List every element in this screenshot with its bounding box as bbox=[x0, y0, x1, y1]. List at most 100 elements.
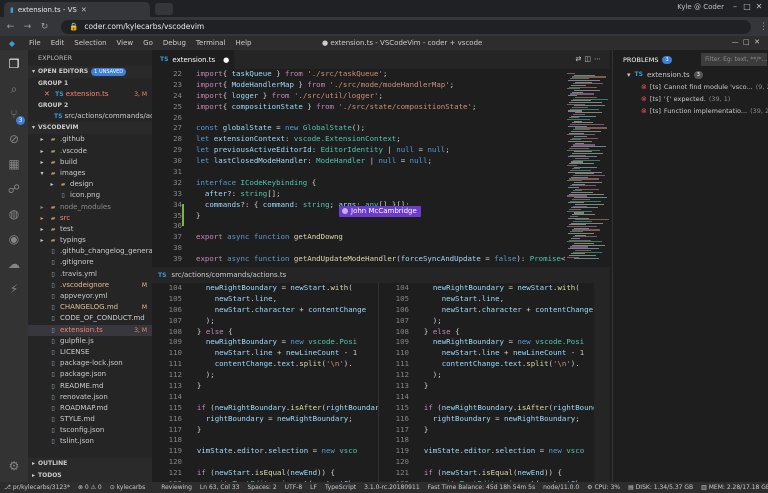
tree-item[interactable]: ▯ README.md bbox=[28, 381, 152, 392]
minimap[interactable] bbox=[565, 69, 610, 265]
menu-go[interactable]: Go bbox=[138, 39, 158, 47]
browser-profile[interactable]: Kyle @ Coder bbox=[677, 3, 724, 11]
github-icon[interactable]: ◉ bbox=[6, 231, 22, 247]
window-controls[interactable]: — □ ✕ bbox=[732, 38, 760, 46]
menu-edit[interactable]: Edit bbox=[46, 39, 70, 47]
open-editors-header[interactable]: ▾ OPEN EDITORS 1 UNSAVED bbox=[28, 66, 152, 78]
new-tab-button[interactable] bbox=[155, 3, 173, 15]
tree-item[interactable]: ▸ ▰ build bbox=[28, 157, 152, 168]
gear-icon[interactable]: ⚙ bbox=[6, 458, 22, 474]
tree-item[interactable]: ▯ ROADMAP.md bbox=[28, 403, 152, 414]
tree-item[interactable]: ▯ extension.ts 3, M bbox=[28, 324, 152, 336]
tree-item[interactable]: ▯ CHANGELOG.md M bbox=[28, 302, 152, 313]
todos-header[interactable]: ▸ TODOS bbox=[28, 470, 152, 482]
code-editor-split-left[interactable]: 104 105 106 107 108 109 110 111 112 113 114 115 116 1… bbox=[152, 283, 378, 482]
outline-header[interactable]: ▸ OUTLINE bbox=[28, 458, 152, 470]
address-bar[interactable]: 🔒 coder.com/kylecarbs/vscodevim bbox=[61, 19, 751, 34]
back-icon[interactable]: ← bbox=[6, 22, 15, 32]
menu-view[interactable]: View bbox=[112, 39, 139, 47]
tree-item[interactable]: ▾ ▰ images bbox=[28, 168, 152, 179]
browser-tab[interactable]: ▮ extension.ts - VS ✕ bbox=[4, 2, 150, 17]
status-right-item[interactable]: Spaces: 2 bbox=[243, 484, 280, 491]
tree-item[interactable]: ▸ ▰ .github bbox=[28, 134, 152, 145]
tree-item[interactable]: ▯ STYLE.md bbox=[28, 414, 152, 425]
status-right-item[interactable]: ⚙ CPU: 3% bbox=[583, 484, 624, 491]
cloud-icon[interactable]: ☁ bbox=[6, 256, 22, 272]
status-right-item[interactable]: ▥ MEM: 2.28/17.18 GB bbox=[697, 484, 768, 491]
tree-item[interactable]: ▯ tsconfig.json bbox=[28, 425, 152, 436]
tree-item[interactable]: ▸ ▰ src bbox=[28, 213, 152, 224]
status-right-item[interactable]: ▤ DISK: 1.34/5.37 GB bbox=[624, 484, 697, 491]
tree-item[interactable]: ▯ LICENSE bbox=[28, 347, 152, 358]
window-close-icon[interactable]: ✕ bbox=[754, 2, 764, 12]
explorer-icon[interactable]: ❐ bbox=[6, 56, 22, 72]
status-left-item[interactable]: ⊗ 0 ⚠ 0 bbox=[74, 484, 106, 491]
maximize-icon[interactable]: □ bbox=[742, 2, 752, 12]
tree-item[interactable]: ▸ ▰ design bbox=[28, 179, 152, 190]
tree-item[interactable]: ▯ tslint.json bbox=[28, 436, 152, 447]
search-icon[interactable]: ⌕ bbox=[6, 81, 22, 97]
editor-actions[interactable]: ⇄◫⋯ bbox=[576, 55, 604, 63]
minimap[interactable] bbox=[594, 283, 610, 482]
unsaved-dot-icon[interactable]: ● bbox=[223, 56, 229, 64]
problems-file-row[interactable]: ▾ TS extension.ts 3 bbox=[613, 69, 768, 81]
menu-file[interactable]: File bbox=[24, 39, 46, 47]
status-left-item[interactable]: ⎇ pr/kylecarbs/3123* bbox=[0, 484, 74, 491]
code-editor-split-right[interactable]: 104 105 106 107 108 109 110 111 112 113 114 115 116 1… bbox=[378, 283, 610, 482]
status-right-item[interactable]: TypeScript bbox=[321, 484, 360, 491]
code-content[interactable]: newRightBoundary = newStart.with( newSta… bbox=[415, 283, 610, 482]
tree-item[interactable]: ▯ package-lock.json bbox=[28, 358, 152, 369]
open-editor-actions-ts[interactable]: TS src/actions/commands/action... bbox=[28, 111, 152, 122]
tab-close-icon[interactable]: ✕ bbox=[81, 6, 87, 14]
browser-menu-icon[interactable]: ⋮ bbox=[759, 22, 768, 32]
tree-item[interactable]: ▯ CODE_OF_CONDUCT.md bbox=[28, 313, 152, 324]
close-icon[interactable]: ✕ bbox=[44, 90, 50, 98]
project-root-header[interactable]: ▾ VSCODEVIM bbox=[28, 122, 152, 135]
tree-item[interactable]: ▯ appveyor.yml bbox=[28, 291, 152, 302]
tree-item[interactable]: ▯ .travis.yml bbox=[28, 269, 152, 280]
debug-icon[interactable]: ⊘ bbox=[6, 131, 22, 147]
problem-item[interactable]: ⊗[ts]Cannot find module 'vsco...(9, 25) bbox=[613, 81, 768, 93]
tree-item[interactable]: ▯ icon.png bbox=[28, 190, 152, 201]
status-right-item[interactable]: Ln 63, Col 33 bbox=[196, 484, 244, 491]
code-content[interactable]: newRightBoundary = newStart.with( newSta… bbox=[188, 283, 378, 482]
status-right-item[interactable]: Fast Time Balance: 45d 18h 54m 5s bbox=[424, 484, 539, 491]
tree-item[interactable]: ▯ .gitignore bbox=[28, 257, 152, 268]
minimize-icon[interactable]: – bbox=[730, 2, 740, 12]
open-editor-extension-ts[interactable]: ✕ TS extension.ts 3, M bbox=[28, 89, 152, 100]
problem-item[interactable]: ⊗[ts]Function implementatio...(39, 23) bbox=[613, 105, 768, 117]
status-right-item[interactable]: Reviewing bbox=[157, 484, 196, 491]
code-editor-top[interactable]: 22232425262728293031323334353637383940 i… bbox=[152, 69, 610, 265]
tree-item[interactable]: ▯ package.json bbox=[28, 369, 152, 380]
status-left-item[interactable]: ⊙ kylecarbs bbox=[106, 484, 149, 491]
status-right-item[interactable]: node/11.0.0 bbox=[539, 484, 583, 491]
menu-selection[interactable]: Selection bbox=[69, 39, 111, 47]
code-content[interactable]: import{ taskQueue } from './src/taskQueu… bbox=[196, 69, 574, 265]
remote-globe-icon[interactable]: ◍ bbox=[6, 206, 22, 222]
problems-filter-input[interactable]: Filter. Eg: text, **/*... bbox=[701, 53, 767, 66]
tree-item[interactable]: ▸ ▰ typings bbox=[28, 235, 152, 246]
tab-actions-ts[interactable]: src/actions/commands/actions.ts bbox=[171, 271, 286, 279]
menu-help[interactable]: Help bbox=[231, 39, 257, 47]
reload-icon[interactable]: ↻ bbox=[40, 22, 49, 32]
live-share-icon[interactable]: ☍ bbox=[6, 181, 22, 197]
status-right-item[interactable]: 3.1.0-rc.20180911 bbox=[360, 484, 424, 491]
tree-item[interactable]: ▯ gulpfile.js bbox=[28, 336, 152, 347]
tree-item[interactable]: ▯ .github_changelog_generator bbox=[28, 246, 152, 257]
extensions-icon[interactable]: ▦ bbox=[6, 156, 22, 172]
tree-item[interactable]: ▸ ▰ test bbox=[28, 224, 152, 235]
problem-item[interactable]: ⊗ [ts] '{' expected. (39, 1) bbox=[613, 93, 768, 105]
lightning-icon[interactable]: ⚡ bbox=[6, 281, 22, 297]
tree-item[interactable]: ▸ ▰ node_modules bbox=[28, 202, 152, 213]
group1-label[interactable]: GROUP 1 bbox=[28, 78, 152, 89]
status-right-item[interactable]: LF bbox=[306, 484, 321, 491]
menu-debug[interactable]: Debug bbox=[158, 39, 191, 47]
status-right-item[interactable]: UTF-8 bbox=[281, 484, 307, 491]
tree-item[interactable]: ▯ renovate.json bbox=[28, 392, 152, 403]
group2-label[interactable]: GROUP 2 bbox=[28, 100, 152, 111]
tree-item[interactable]: ▸ ▰ .vscode bbox=[28, 146, 152, 157]
tab-extension-ts[interactable]: TS extension.ts ● bbox=[152, 50, 234, 69]
tree-item[interactable]: ▯ .vscodeignore M bbox=[28, 280, 152, 291]
forward-icon[interactable]: → bbox=[23, 22, 32, 32]
menu-terminal[interactable]: Terminal bbox=[191, 39, 231, 47]
